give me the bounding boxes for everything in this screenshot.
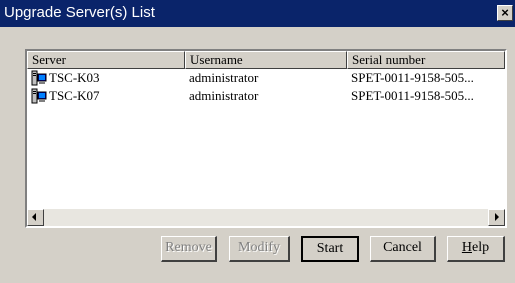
help-label-accelerator: H: [461, 240, 472, 255]
right-arrow-icon: [495, 213, 499, 221]
server-computer-icon: [31, 88, 47, 104]
start-button[interactable]: Start: [301, 236, 359, 262]
close-button[interactable]: ×: [497, 5, 513, 21]
column-header-server[interactable]: Server: [27, 51, 185, 69]
horizontal-scrollbar[interactable]: [27, 209, 505, 226]
serial-number: SPET-0011-9158-505...: [351, 70, 474, 85]
window-title: Upgrade Server(s) List: [4, 4, 155, 21]
upgrade-server-dialog: Upgrade Server(s) List × Server Username…: [0, 0, 515, 283]
list-item[interactable]: TSC-K03 administrator SPET-0011-9158-505…: [27, 69, 505, 87]
left-arrow-icon: [32, 213, 36, 221]
serial-number: SPET-0011-9158-505...: [351, 88, 474, 103]
column-header-username[interactable]: Username: [185, 51, 347, 69]
scroll-right-button[interactable]: [488, 209, 505, 226]
column-header-serial-number[interactable]: Serial number: [347, 51, 505, 69]
server-name: TSC-K07: [49, 88, 100, 103]
server-computer-icon: [31, 70, 47, 86]
list-header: Server Username Serial number: [27, 51, 505, 69]
username: administrator: [189, 88, 259, 103]
cancel-button[interactable]: Cancel: [370, 236, 436, 262]
server-name: TSC-K03: [49, 70, 100, 85]
title-bar[interactable]: Upgrade Server(s) List ×: [0, 0, 515, 27]
username: administrator: [189, 70, 259, 85]
scroll-left-button[interactable]: [27, 209, 44, 226]
server-list[interactable]: Server Username Serial number TSC-K03 ad…: [25, 49, 507, 228]
remove-button[interactable]: Remove: [161, 236, 217, 262]
modify-button[interactable]: Modify: [229, 236, 290, 262]
help-button[interactable]: Help: [447, 236, 505, 262]
list-item[interactable]: TSC-K07 administrator SPET-0011-9158-505…: [27, 87, 505, 105]
help-label-suffix: elp: [472, 240, 490, 255]
close-icon: ×: [501, 5, 509, 20]
